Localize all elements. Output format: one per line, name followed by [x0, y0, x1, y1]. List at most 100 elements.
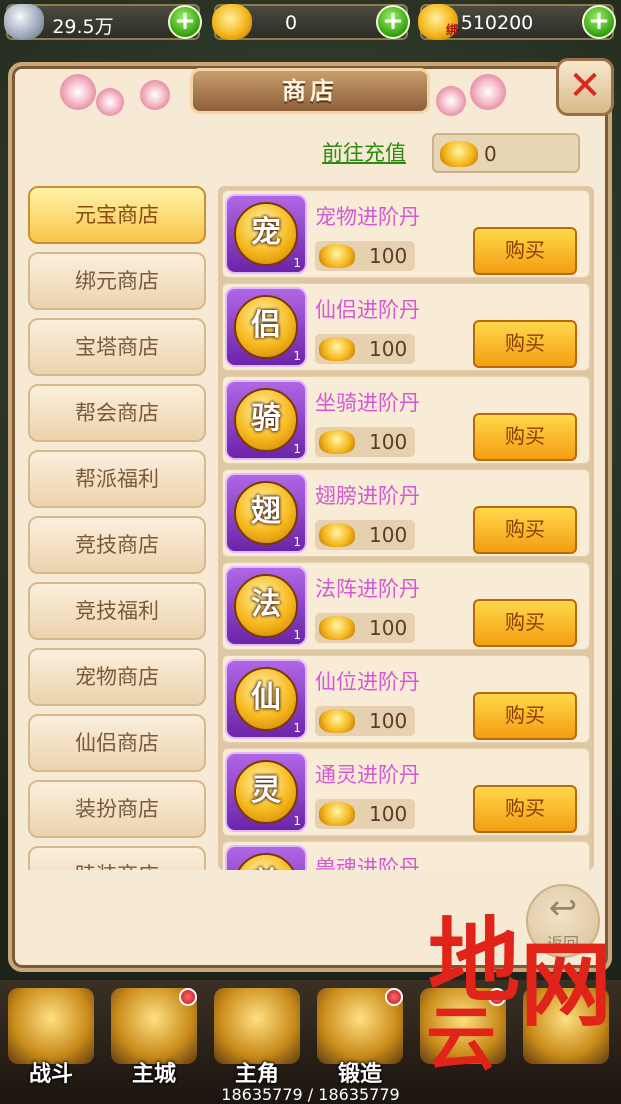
buy-button[interactable]: 购买	[473, 227, 577, 275]
gold-currency: 0 +	[212, 4, 410, 40]
item-name: 翅膀进阶丹	[315, 484, 420, 508]
category-tab-arena[interactable]: 竞技商店	[28, 516, 206, 574]
item-icon[interactable]: 法1	[225, 566, 307, 646]
buy-button[interactable]: 购买	[473, 413, 577, 461]
category-tab-companion[interactable]: 仙侣商店	[28, 714, 206, 772]
nav-label: 战斗	[28, 1062, 73, 1087]
category-tab-fashion[interactable]: 時装商店	[28, 846, 206, 870]
item-glyph: 灵	[234, 760, 298, 824]
nav-label: 主角	[234, 1062, 279, 1087]
gold-ingot-icon	[319, 616, 355, 640]
buy-button[interactable]: 购买	[473, 692, 577, 740]
shop-category-list[interactable]: 元宝商店 绑元商店 宝塔商店 帮会商店 帮派福利 竞技商店 竞技福利 宠物商店 …	[26, 186, 210, 870]
hp-readout: 18635779 / 18635779	[221, 1085, 400, 1104]
price-value: 100	[369, 523, 408, 547]
product-row: 骑1 坐骑进阶丹 100 购买	[222, 376, 590, 464]
item-price: 100	[315, 241, 415, 271]
nav-forge[interactable]: 锻造	[311, 984, 409, 1087]
nav-label: 主城	[131, 1062, 176, 1087]
blossom-decoration-icon	[436, 86, 466, 116]
item-icon[interactable]: 仙1	[225, 659, 307, 739]
battle-portrait-icon	[8, 988, 94, 1064]
bound-gold-amount: 510200	[460, 12, 534, 34]
category-tab-yuanbao[interactable]: 元宝商店	[28, 186, 206, 244]
gold-balance-value: 0	[484, 142, 497, 166]
item-name: 通灵进阶丹	[315, 763, 420, 787]
item-name: 兽魂进阶丹	[315, 856, 420, 870]
category-tab-dressup[interactable]: 装扮商店	[28, 780, 206, 838]
item-glyph: 宠	[234, 202, 298, 266]
category-tab-pet[interactable]: 宠物商店	[28, 648, 206, 706]
currency-bar: 29.5万 + 0 + 绑 510200 +	[0, 0, 621, 46]
notification-dot	[385, 988, 403, 1006]
gold-ingot-icon	[319, 337, 355, 361]
item-glyph: 侣	[234, 295, 298, 359]
notification-dot	[179, 988, 197, 1006]
item-qty: 1	[293, 721, 301, 735]
product-row: 兽1 兽魂进阶丹 100 购买	[222, 841, 590, 870]
nav-main-city[interactable]: 主城	[105, 984, 203, 1087]
blossom-decoration-icon	[60, 74, 96, 110]
blossom-decoration-icon	[140, 80, 170, 110]
item-price: 100	[315, 334, 415, 364]
item-glyph: 骑	[234, 388, 298, 452]
price-value: 100	[369, 337, 408, 361]
close-button[interactable]: ✕	[556, 58, 614, 116]
bound-gold-currency: 绑 510200 +	[418, 4, 616, 40]
category-tab-guild[interactable]: 帮会商店	[28, 384, 206, 442]
gold-ingot-icon	[319, 523, 355, 547]
gold-ingot-icon	[319, 709, 355, 733]
item-qty: 1	[293, 814, 301, 828]
gold-ingot-icon	[319, 802, 355, 826]
gold-ingot-icon	[319, 244, 355, 268]
gold-ingot-icon	[319, 430, 355, 454]
price-value: 100	[369, 709, 408, 733]
item-qty: 1	[293, 628, 301, 642]
price-value: 100	[369, 430, 408, 454]
add-gold-button[interactable]: +	[376, 5, 410, 39]
category-tab-bound-yuan[interactable]: 绑元商店	[28, 252, 206, 310]
product-row: 灵1 通灵进阶丹 100 购买	[222, 748, 590, 836]
buy-button[interactable]: 购买	[473, 785, 577, 833]
page-title: 商店	[282, 77, 338, 105]
buy-button[interactable]: 购买	[473, 506, 577, 554]
item-icon[interactable]: 骑1	[225, 380, 307, 460]
gold-balance: 0	[432, 133, 580, 173]
item-glyph: 法	[234, 574, 298, 638]
nav-hero[interactable]: 主角	[208, 984, 306, 1087]
hero-portrait-icon	[214, 988, 300, 1064]
item-price: 100	[315, 427, 415, 457]
blossom-decoration-icon	[96, 88, 124, 116]
item-price: 100	[315, 613, 415, 643]
gold-ingot-icon	[440, 141, 478, 167]
product-row: 法1 法阵进阶丹 100 购买	[222, 562, 590, 650]
item-icon[interactable]: 灵1	[225, 752, 307, 832]
item-icon[interactable]: 宠1	[225, 194, 307, 274]
item-icon[interactable]: 侣1	[225, 287, 307, 367]
product-list[interactable]: 宠1 宠物进阶丹 100 购买 侣1 仙侣进阶丹 100 购买 骑1 坐骑进阶丹…	[218, 186, 594, 870]
add-silver-button[interactable]: +	[168, 5, 202, 39]
item-price: 100	[315, 706, 415, 736]
buy-button[interactable]: 购买	[473, 599, 577, 647]
item-glyph: 兽	[234, 853, 298, 870]
recharge-link[interactable]: 前往充值	[322, 137, 406, 167]
item-name: 法阵进阶丹	[315, 577, 420, 601]
item-icon[interactable]: 兽1	[225, 845, 307, 870]
item-glyph: 仙	[234, 667, 298, 731]
nav-battle[interactable]: 战斗	[2, 984, 100, 1087]
silver-amount: 29.5万	[52, 16, 114, 38]
buy-button[interactable]: 购买	[473, 320, 577, 368]
category-tab-faction-welfare[interactable]: 帮派福利	[28, 450, 206, 508]
category-tab-arena-welfare[interactable]: 竞技福利	[28, 582, 206, 640]
item-name: 坐骑进阶丹	[315, 391, 420, 415]
item-qty: 1	[293, 349, 301, 363]
price-value: 100	[369, 616, 408, 640]
item-glyph: 翅	[234, 481, 298, 545]
category-tab-tower[interactable]: 宝塔商店	[28, 318, 206, 376]
add-bound-gold-button[interactable]: +	[582, 5, 616, 39]
close-icon: ✕	[568, 63, 602, 109]
product-row: 宠1 宠物进阶丹 100 购买	[222, 190, 590, 278]
watermark-char: 云	[426, 997, 496, 1080]
site-watermark: 地 网 云	[422, 915, 618, 1085]
item-icon[interactable]: 翅1	[225, 473, 307, 553]
